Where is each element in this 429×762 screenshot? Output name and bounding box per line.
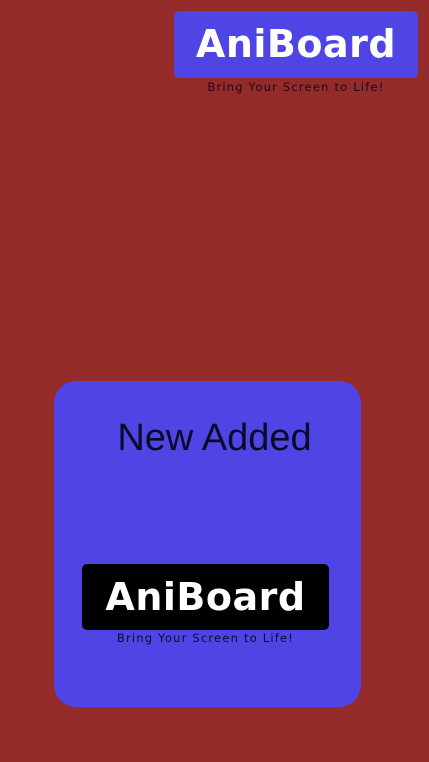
aniboard-logo: AniBoard	[174, 11, 418, 78]
aniboard-tagline: Bring Your Screen to Life!	[207, 80, 385, 94]
card-title: New Added	[117, 417, 312, 459]
card-tagline: Bring Your Screen to Life!	[116, 631, 295, 645]
card-logo: AniBoard	[82, 564, 329, 630]
